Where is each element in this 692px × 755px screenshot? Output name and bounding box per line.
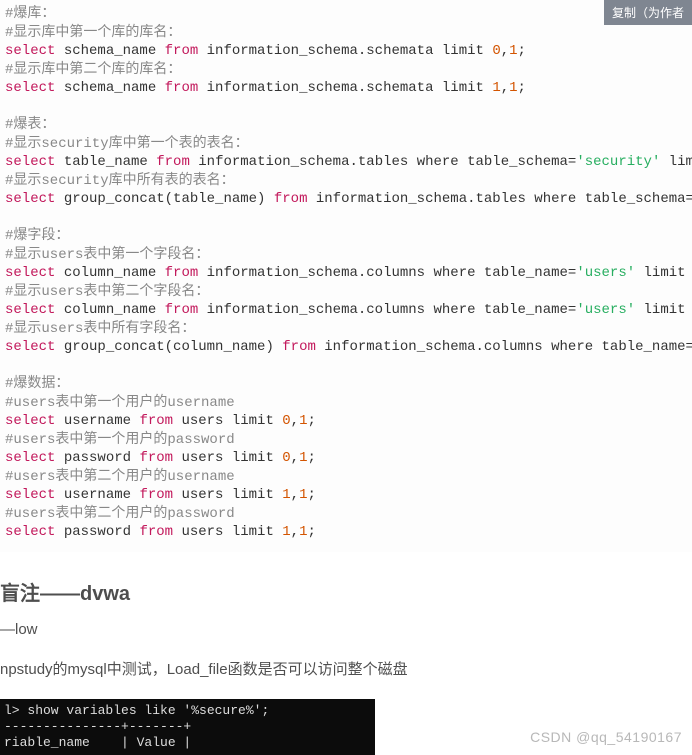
code-text: ; <box>518 43 526 59</box>
comment: #显示库中第一个库的库名： <box>5 25 181 41</box>
comment: #users表中第一个用户的username <box>5 395 235 411</box>
str: 'users' <box>576 302 635 318</box>
code-text: information_schema.schemata limit <box>198 43 492 59</box>
kw: from <box>139 450 173 466</box>
comment: #显示security库中所有表的表名： <box>5 173 235 189</box>
code-text: limit <box>635 265 692 281</box>
code-text: table_name <box>55 154 156 170</box>
num: 1 <box>492 80 500 96</box>
code-text: information_schema.tables where table_sc… <box>307 191 692 207</box>
num: 0 <box>282 450 290 466</box>
kw: select <box>5 487 55 503</box>
code-text: information_schema.columns where table_n… <box>316 339 692 355</box>
comment: #爆库： <box>5 6 55 22</box>
code-text: users limit <box>173 524 282 540</box>
comment: #显示users表中第一个字段名： <box>5 247 209 263</box>
kw: from <box>282 339 316 355</box>
terminal-line: riable_name | Value | <box>4 735 191 750</box>
comment: #显示users表中所有字段名： <box>5 321 195 337</box>
code-text: column_name <box>55 302 164 318</box>
code-text: , <box>501 80 509 96</box>
terminal-line: ---------------+-------+ <box>4 719 191 734</box>
comment: #显示users表中第二个字段名： <box>5 284 209 300</box>
kw: select <box>5 524 55 540</box>
str: 'security' <box>576 154 660 170</box>
code-text: information_schema.schemata limit <box>198 80 492 96</box>
code-text: , <box>291 413 299 429</box>
code-text: ; <box>307 413 315 429</box>
num: 1 <box>282 524 290 540</box>
kw: from <box>165 80 199 96</box>
kw: from <box>156 154 190 170</box>
comment: #users表中第一个用户的password <box>5 432 235 448</box>
comment: #users表中第二个用户的username <box>5 469 235 485</box>
paragraph: npstudy的mysql中测试，Load_file函数是否可以访问整个磁盘 <box>0 658 692 679</box>
code-text: group_concat(column_name) <box>55 339 282 355</box>
comment: #爆数据： <box>5 376 69 392</box>
kw: select <box>5 339 55 355</box>
kw: select <box>5 154 55 170</box>
code-text: column_name <box>55 265 164 281</box>
kw: from <box>274 191 308 207</box>
comment: #显示security库中第一个表的表名： <box>5 136 249 152</box>
code-text: users limit <box>173 413 282 429</box>
copy-button[interactable]: 复制（为作者 <box>604 0 692 25</box>
comment: #爆表： <box>5 117 55 133</box>
kw: from <box>165 43 199 59</box>
code-text: password <box>55 450 139 466</box>
code-text: limit <box>660 154 692 170</box>
kw: select <box>5 80 55 96</box>
section-heading: 盲注——dvwa <box>0 577 692 606</box>
terminal-line: l> show variables like '%secure%'; <box>4 703 269 718</box>
kw: from <box>165 265 199 281</box>
num: 0 <box>282 413 290 429</box>
num: 0 <box>492 43 500 59</box>
kw: select <box>5 265 55 281</box>
code-text: schema_name <box>55 43 164 59</box>
code-text: , <box>291 450 299 466</box>
code-text: , <box>501 43 509 59</box>
comment: #显示库中第二个库的库名： <box>5 62 181 78</box>
kw: select <box>5 302 55 318</box>
code-text: users limit <box>173 450 282 466</box>
code-text: , <box>291 487 299 503</box>
code-text: ; <box>307 487 315 503</box>
kw: select <box>5 450 55 466</box>
kw: from <box>165 302 199 318</box>
code-text: ; <box>307 450 315 466</box>
num: 1 <box>509 43 517 59</box>
code-text: , <box>291 524 299 540</box>
code-text: ; <box>518 80 526 96</box>
num: 1 <box>509 80 517 96</box>
kw: select <box>5 413 55 429</box>
code-text: information_schema.columns where table_n… <box>198 302 576 318</box>
code-text: password <box>55 524 139 540</box>
kw: from <box>139 524 173 540</box>
code-text: username <box>55 413 139 429</box>
code-text: information_schema.columns where table_n… <box>198 265 576 281</box>
kw: from <box>139 487 173 503</box>
code-text: ; <box>307 524 315 540</box>
code-text: group_concat(table_name) <box>55 191 273 207</box>
kw: select <box>5 43 55 59</box>
code-text: schema_name <box>55 80 164 96</box>
sql-code-block: #爆库： #显示库中第一个库的库名： select schema_name fr… <box>0 0 692 552</box>
comment: #爆字段： <box>5 228 69 244</box>
kw: select <box>5 191 55 207</box>
watermark: CSDN @qq_54190167 <box>530 729 682 745</box>
comment: #users表中第二个用户的password <box>5 506 235 522</box>
num: 1 <box>282 487 290 503</box>
kw: from <box>139 413 173 429</box>
code-text: information_schema.tables where table_sc… <box>190 154 576 170</box>
code-text: username <box>55 487 139 503</box>
code-text: limit <box>635 302 692 318</box>
code-text: users limit <box>173 487 282 503</box>
str: 'users' <box>576 265 635 281</box>
sub-heading: —low <box>0 621 692 638</box>
